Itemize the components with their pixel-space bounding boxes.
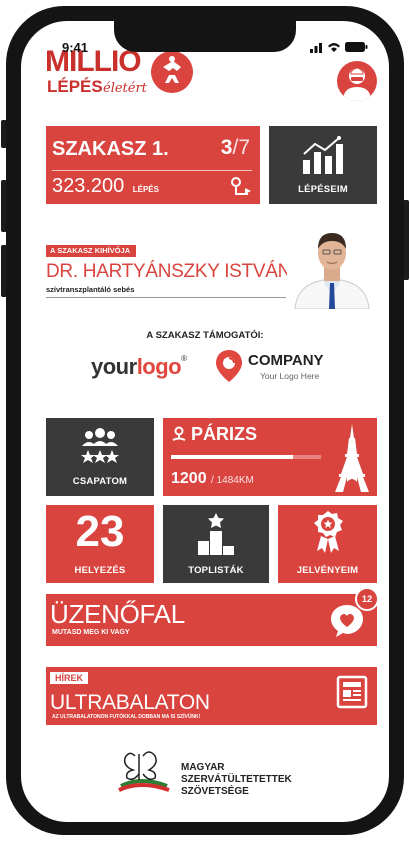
organization-logo-icon	[118, 751, 170, 792]
team-tile[interactable]: CSAPATOM	[46, 418, 154, 496]
footer-line2: SZERVÁTÜLTETETTEK	[181, 774, 292, 785]
toplists-label: TOPLISTÁK	[188, 565, 244, 576]
stage-steps-unit: LÉPÉS	[132, 185, 159, 194]
stage-divider	[52, 170, 252, 171]
sponsor-logo-2-tagline: Your Logo Here	[260, 371, 320, 381]
news-subtitle: AZ ULTRABALATONON FUTÓKKAL DOBBAN MA IS …	[52, 714, 201, 720]
sponsors-title: A SZAKASZ TÁMOGATÓI:	[146, 330, 264, 341]
logo-walker-icon	[151, 51, 193, 93]
stage-title: SZAKASZ 1.	[52, 138, 169, 160]
sponsor-logo-1[interactable]: yourlogo®	[91, 354, 187, 380]
badges-tile[interactable]: JELVÉNYEIM	[278, 505, 377, 583]
my-steps-tile[interactable]: LÉPÉSEIM	[269, 126, 377, 204]
stage-steps-value: 323.200	[52, 175, 125, 197]
stage-steps: 323.200 LÉPÉS	[52, 175, 159, 198]
stage-progress: 3/7	[221, 136, 250, 160]
challenger-divider	[46, 297, 286, 298]
destination-progress-track	[171, 455, 321, 459]
destination-current-km: 1200	[171, 470, 207, 487]
location-icon	[172, 426, 186, 441]
footer-line3: SZÖVETSÉGE	[181, 786, 249, 797]
message-wall-tile[interactable]: ÜZENŐFAL MUTASD MEG KI VAGY	[46, 594, 377, 646]
sponsor-logo-2-name: COMPANY	[248, 352, 324, 369]
sponsor-logo-2[interactable]: COMPANY Your Logo Here	[215, 349, 345, 385]
news-tag: HÍREK	[50, 672, 89, 684]
logo-script: életért	[103, 81, 147, 96]
status-icons	[310, 40, 368, 59]
wall-notification-badge[interactable]: 12	[355, 587, 379, 611]
rank-value: 23	[75, 507, 125, 556]
app-screen: MILLIÓ LÉPÉS életért SZAKASZ 1. 3/7 323.…	[21, 21, 389, 822]
award-ribbon-icon	[314, 511, 343, 553]
status-time: 9:41	[62, 40, 89, 55]
wall-notification-count: 12	[361, 594, 373, 605]
bar-chart-icon	[303, 136, 343, 174]
footer-line1: MAGYAR	[181, 762, 225, 773]
destination-total-km: / 1484KM	[211, 475, 254, 486]
challenger-name[interactable]: DR. HARTYÁNSZKY ISTVÁN	[46, 261, 291, 283]
destination-progress-fill	[171, 455, 293, 459]
wall-title: ÜZENŐFAL	[50, 599, 185, 629]
toplists-tile[interactable]: TOPLISTÁK	[163, 505, 269, 583]
wall-subtitle: MUTASD MEG KI VAGY	[52, 629, 130, 636]
rank-label: HELYEZÉS	[74, 565, 126, 576]
sponsor-logo-1-reg: ®	[181, 354, 188, 363]
notch	[114, 20, 296, 52]
rank-tile[interactable]: 23 HELYEZÉS	[46, 505, 154, 583]
team-icon	[81, 428, 119, 463]
challenger-photo	[287, 225, 377, 309]
location-pin-logo-icon	[216, 350, 242, 382]
sponsor-logo-1-part1: your	[91, 354, 137, 379]
news-tile[interactable]: HÍREK ULTRABALATON AZ ULTRABALATONON FUT…	[46, 667, 377, 725]
stage-current: 3	[220, 136, 233, 159]
route-icon	[231, 177, 251, 195]
stage-total: /7	[232, 136, 250, 159]
sponsor-logo-1-part2: logo	[136, 354, 182, 379]
news-title: ULTRABALATON	[50, 691, 210, 714]
signal-icon	[310, 42, 368, 53]
stage-tile[interactable]: SZAKASZ 1. 3/7 323.200 LÉPÉS	[46, 126, 260, 204]
destination-city: PÁRIZS	[191, 424, 258, 444]
newspaper-icon	[336, 675, 368, 709]
challenger-role: szívtranszplantáló sebés	[46, 285, 135, 294]
destination-distance: 1200 / 1484KM	[171, 470, 254, 488]
app-logo[interactable]: MILLIÓ LÉPÉS életért	[45, 45, 195, 115]
destination-tile[interactable]: PÁRIZS 1200 / 1484KM	[163, 418, 377, 496]
doctor-avatar-icon	[343, 67, 371, 101]
footer-org-name: MAGYAR SZERVÁTÜLTETETTEK SZÖVETSÉGE	[181, 762, 292, 798]
podium-icon	[198, 513, 234, 555]
challenger-badge: A SZAKASZ KIHÍVÓJA	[46, 245, 137, 257]
my-steps-label: LÉPÉSEIM	[298, 184, 348, 195]
badges-label: JELVÉNYEIM	[296, 565, 359, 576]
team-label: CSAPATOM	[72, 476, 128, 487]
logo-line2: LÉPÉS	[47, 77, 103, 96]
eiffel-tower-icon	[335, 424, 369, 492]
profile-avatar[interactable]	[337, 61, 377, 101]
